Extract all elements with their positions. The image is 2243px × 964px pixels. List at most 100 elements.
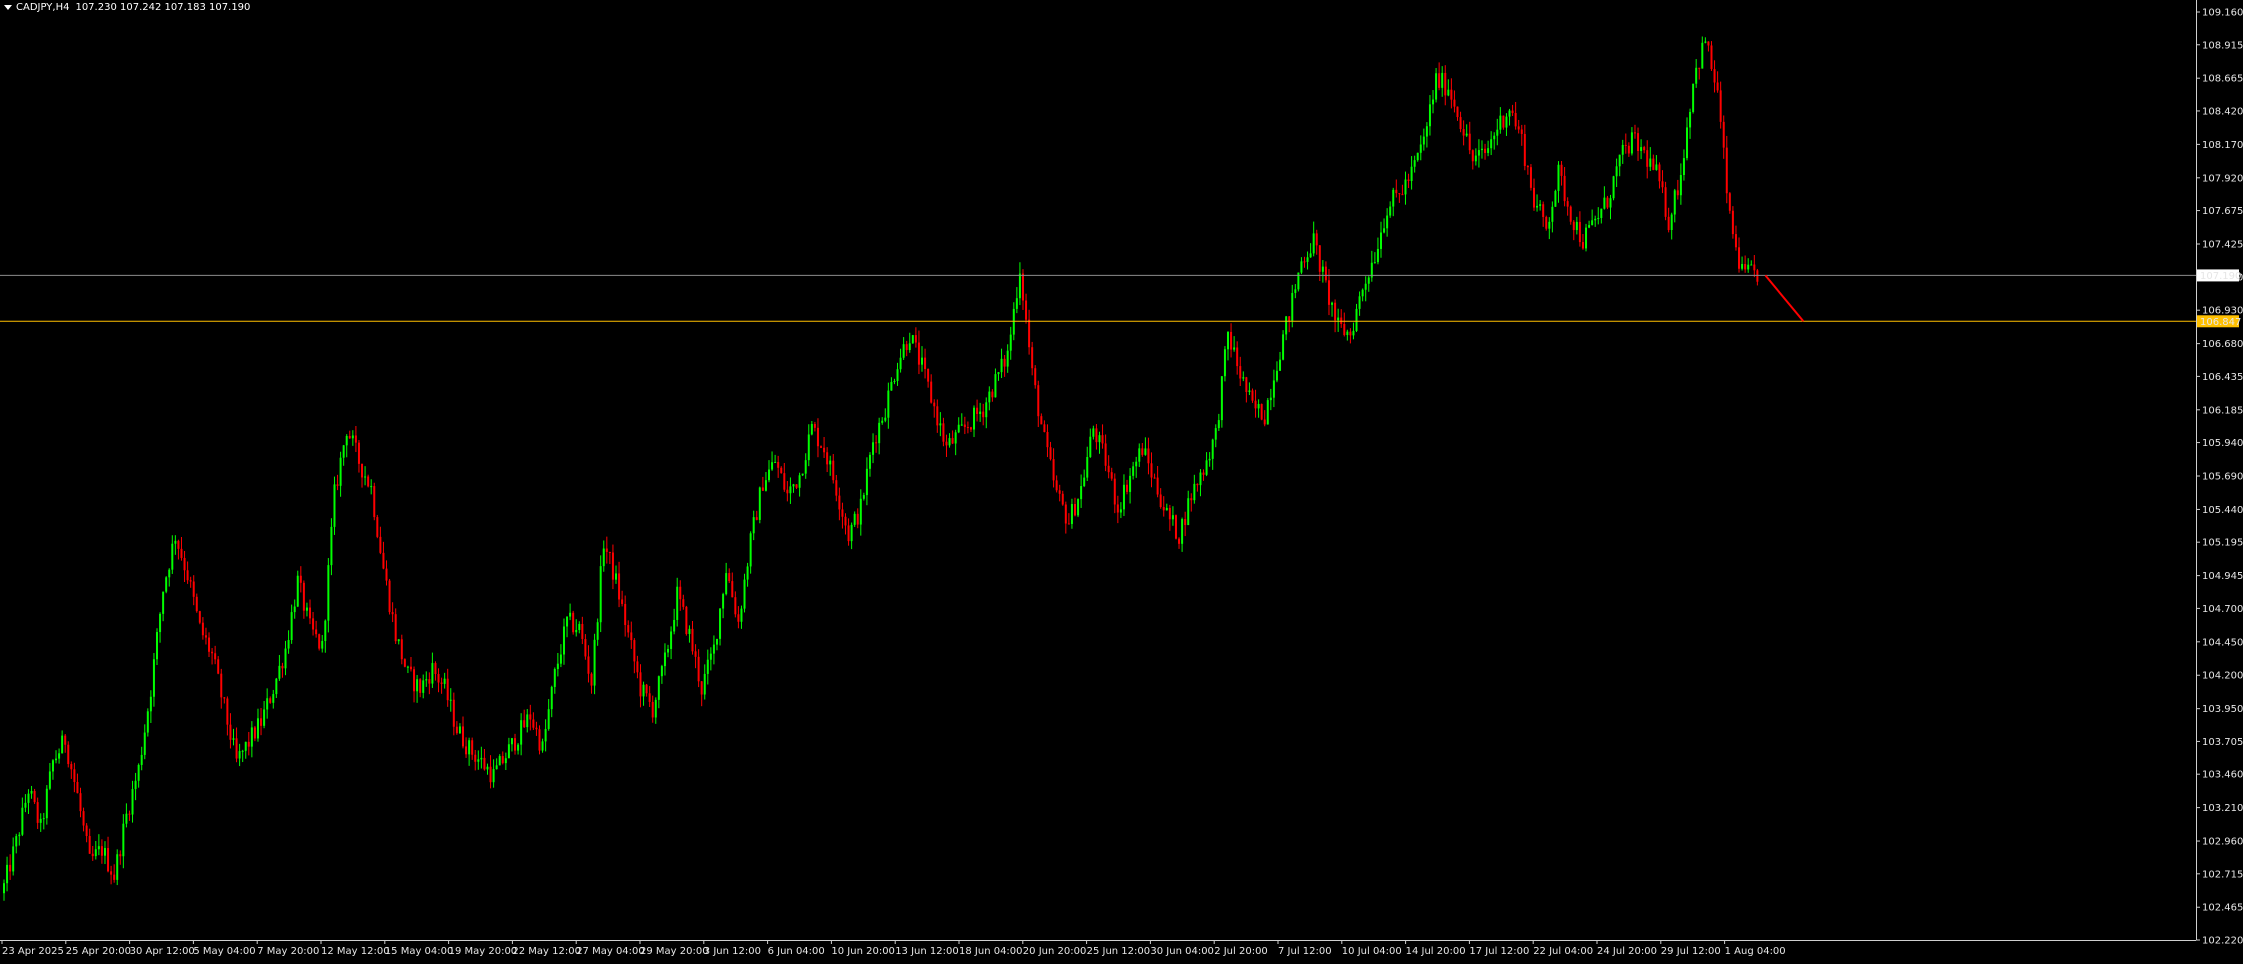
candle-body: [1025, 300, 1028, 320]
candle-body: [881, 420, 884, 423]
candle-body: [550, 686, 553, 710]
candle-body: [599, 566, 602, 623]
candle-body: [458, 726, 461, 734]
candle-body: [351, 435, 354, 439]
time-tick-label: 30 Apr 12:00: [130, 946, 195, 957]
projection-trendline[interactable]: [1764, 274, 1805, 322]
candle-body: [302, 582, 305, 611]
candle-body: [201, 622, 204, 636]
candle-body: [663, 652, 666, 667]
candle-body: [422, 680, 425, 693]
time-tick-label: 23 Apr 2025: [2, 946, 64, 957]
candle-body: [1187, 498, 1190, 526]
candle-body: [991, 391, 994, 398]
candle-body: [1756, 270, 1759, 282]
time-tick-label: 19 May 20:00: [449, 946, 518, 957]
candle-body: [752, 517, 755, 534]
candle-body: [578, 623, 581, 630]
candle-body: [1664, 187, 1667, 217]
candle-body: [6, 864, 9, 884]
price-tick-label: 105.195: [2202, 538, 2243, 549]
candle-body: [514, 738, 517, 751]
candle-body: [455, 726, 458, 734]
candle-body: [608, 551, 611, 553]
candle-body: [1355, 308, 1358, 331]
candle-body: [1067, 523, 1070, 525]
candle-body: [226, 698, 229, 725]
candle-body: [1181, 519, 1184, 544]
candle-body: [969, 427, 972, 430]
time-axis[interactable]: 23 Apr 2025 25 Apr 20:0030 Apr 12:005 May…: [1, 940, 1786, 957]
candle-body: [1563, 175, 1566, 202]
candle-body: [152, 659, 155, 697]
candle-body: [406, 666, 409, 668]
candle-body: [1260, 404, 1263, 420]
candle-body: [887, 390, 890, 418]
candle-body: [1340, 317, 1343, 324]
candle-body: [847, 525, 850, 542]
candle-body: [1269, 397, 1272, 401]
candle-body: [1526, 165, 1529, 168]
candle-body: [1493, 135, 1496, 140]
candle-body: [379, 536, 382, 553]
candle-body: [1609, 198, 1612, 208]
candle-body: [58, 753, 61, 759]
candle-body: [746, 566, 749, 580]
candle-body: [253, 727, 256, 739]
candle-body: [1747, 264, 1750, 270]
candle-body: [9, 864, 12, 872]
candle-body: [1095, 428, 1098, 443]
time-tick-label: 20 Jun 20:00: [1023, 946, 1087, 957]
candle-body: [1282, 334, 1285, 360]
candle-body: [581, 623, 584, 640]
candle-body: [706, 659, 709, 674]
price-tick-label: 102.220: [2202, 936, 2243, 947]
candle-body: [385, 568, 388, 581]
candle-body: [403, 659, 406, 667]
candle-body: [1496, 129, 1499, 136]
candle-body: [954, 432, 957, 444]
candle-body: [1484, 148, 1487, 153]
candle-body: [596, 622, 599, 640]
candle-body: [24, 802, 27, 808]
candle-body: [1334, 302, 1337, 321]
candle-body: [1196, 483, 1199, 486]
candle-body: [489, 766, 492, 783]
price-chart[interactable]: 109.160 108.915 108.665 108.420 108.170 107.9…: [0, 0, 2243, 964]
candle-body: [1514, 113, 1517, 127]
price-axis[interactable]: 109.160 108.915 108.665 108.420 108.170 107.9…: [2196, 8, 2243, 947]
candle-body: [107, 848, 110, 872]
candle-body: [88, 836, 91, 854]
candle-body: [342, 445, 345, 458]
candle-body: [572, 612, 575, 633]
time-tick-label: 30 Jun 04:00: [1150, 946, 1214, 957]
candle-body: [951, 438, 954, 444]
candle-body: [186, 570, 189, 581]
candle-body: [100, 846, 103, 856]
candle-body: [1080, 486, 1083, 500]
candle-body: [917, 342, 920, 365]
candle-body: [33, 790, 36, 803]
candle-body: [1272, 380, 1275, 398]
candle-body: [1150, 463, 1153, 478]
candle-body: [480, 757, 483, 760]
candle-body: [1049, 447, 1052, 460]
candle-body: [777, 461, 780, 468]
candle-body: [1006, 350, 1009, 367]
candle-body: [1536, 205, 1539, 208]
candle-body: [61, 735, 64, 754]
candle-body: [807, 434, 810, 461]
candle-body: [247, 741, 250, 747]
candle-body: [1254, 400, 1257, 409]
candle-body: [1578, 221, 1581, 243]
candle-body: [633, 640, 636, 662]
candle-body: [293, 606, 296, 613]
candle-body: [446, 678, 449, 701]
candle-body: [1432, 99, 1435, 105]
candle-body: [685, 606, 688, 634]
candle-body: [345, 436, 348, 446]
candle-body: [1321, 266, 1324, 272]
candle-body: [195, 596, 198, 612]
candle-body: [477, 759, 480, 762]
candle-body: [768, 469, 770, 481]
